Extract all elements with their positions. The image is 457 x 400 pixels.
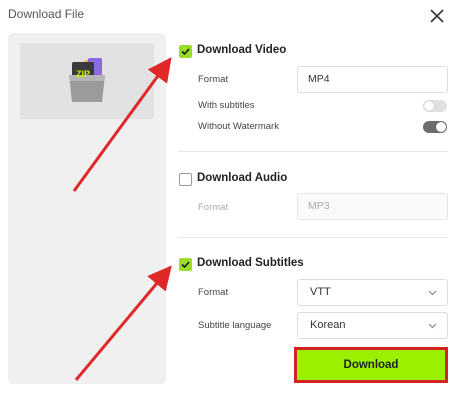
toggle-knob [436,122,446,132]
subtitles-checkbox[interactable] [179,258,192,271]
subtitle-language-select[interactable]: Korean [297,312,448,339]
with-subtitles-label: With subtitles [198,100,255,111]
download-button[interactable]: Download [294,347,448,383]
subtitle-language-label: Subtitle language [198,320,272,331]
zip-label: ZIP [76,69,90,79]
without-watermark-toggle[interactable] [423,121,447,133]
download-video-title: Download Video [197,44,287,56]
close-icon [430,9,444,23]
subtitle-format-label: Format [198,287,229,298]
checkmark-icon [181,261,190,269]
download-audio-title: Download Audio [197,172,288,184]
video-checkbox[interactable] [179,45,192,58]
file-thumbnail: ZIP [20,43,154,119]
toggle-knob [424,101,434,111]
section-divider [178,237,448,238]
checkmark-icon [181,48,190,56]
video-format-field[interactable]: MP4 [297,66,448,93]
without-watermark-label: Without Watermark [198,121,279,132]
section-divider [178,151,448,152]
chevron-down-icon [428,323,437,329]
subtitle-format-value: VTT [310,286,331,298]
zip-file-icon: ZIP [69,58,105,102]
audio-format-label: Format [198,202,229,213]
video-format-label: Format [198,74,229,85]
with-subtitles-toggle[interactable] [423,100,447,112]
subtitle-language-value: Korean [310,319,346,331]
audio-format-field[interactable]: MP3 [297,193,448,220]
dialog-title: Download File [8,7,85,21]
close-button[interactable] [426,5,448,27]
preview-panel: ZIP [8,33,166,384]
download-subtitles-title: Download Subtitles [197,257,304,269]
chevron-down-icon [428,290,437,296]
subtitle-format-select[interactable]: VTT [297,279,448,306]
audio-checkbox[interactable] [179,173,192,186]
